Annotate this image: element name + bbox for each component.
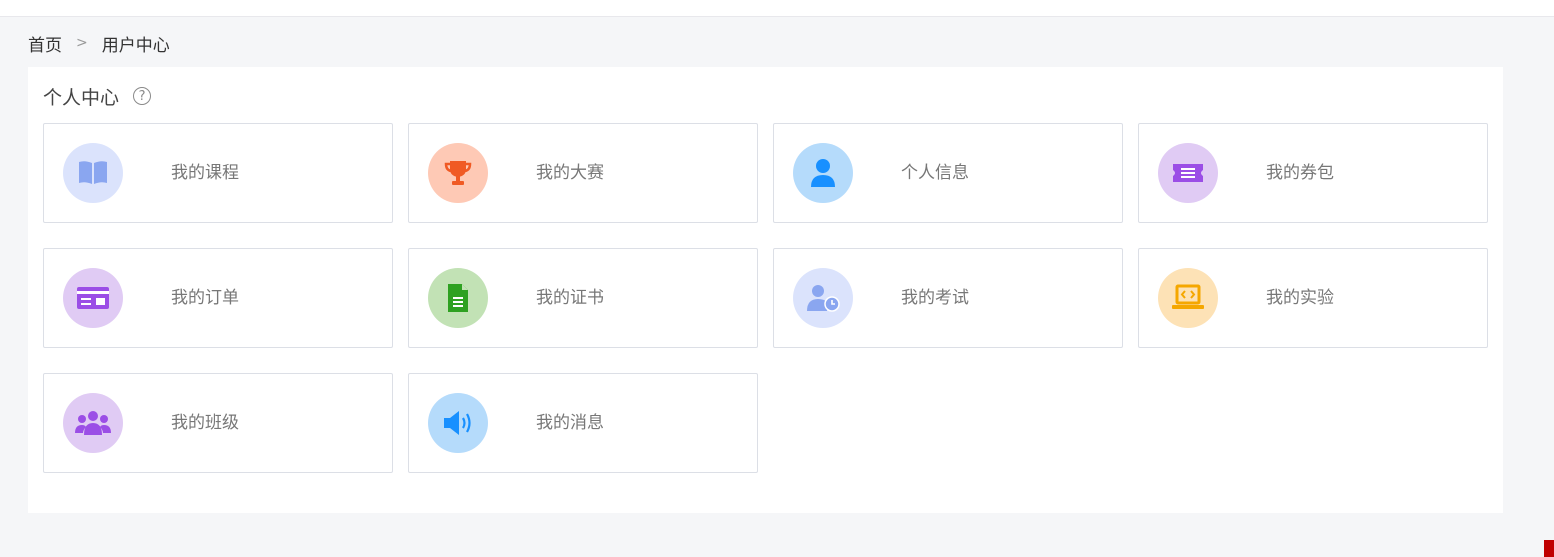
card-icon-circle <box>428 268 488 328</box>
card-icon-circle <box>1158 268 1218 328</box>
card-label: 我的实验 <box>1266 288 1334 308</box>
page-title: 个人中心 <box>43 86 120 109</box>
user-icon <box>811 159 835 187</box>
card-label: 我的大赛 <box>536 163 604 183</box>
card-label: 我的消息 <box>536 413 604 433</box>
ticket-icon <box>1173 164 1203 182</box>
order-card-icon <box>77 287 109 309</box>
card-icon-circle <box>793 143 853 203</box>
group-icon <box>75 411 111 435</box>
exam-user-icon <box>807 285 840 312</box>
card-label: 我的券包 <box>1266 163 1334 183</box>
card-icon-circle <box>793 268 853 328</box>
breadcrumb-separator: > <box>76 35 88 51</box>
top-bar <box>0 0 1554 17</box>
card-my-classes[interactable]: 我的班级 <box>43 373 393 473</box>
personal-center-panel: 个人中心 ? 我的课程 我的大赛 个人信息 我的券包 我的订单 我的证书 我的考… <box>28 67 1503 513</box>
card-label: 我的班级 <box>171 413 239 433</box>
card-my-orders[interactable]: 我的订单 <box>43 248 393 348</box>
card-label: 我的订单 <box>171 288 239 308</box>
edge-marker <box>1544 540 1554 557</box>
card-icon-circle <box>63 268 123 328</box>
help-icon[interactable]: ? <box>133 87 152 105</box>
breadcrumb: 首页 > 用户中心 <box>28 31 170 56</box>
card-personal-info[interactable]: 个人信息 <box>773 123 1123 223</box>
breadcrumb-current: 用户中心 <box>101 35 170 56</box>
card-icon-circle <box>428 393 488 453</box>
card-label: 个人信息 <box>901 163 969 183</box>
breadcrumb-home[interactable]: 首页 <box>28 31 62 56</box>
card-icon-circle <box>428 143 488 203</box>
card-my-courses[interactable]: 我的课程 <box>43 123 393 223</box>
card-my-coupons[interactable]: 我的券包 <box>1138 123 1488 223</box>
card-icon-circle <box>63 143 123 203</box>
card-grid: 我的课程 我的大赛 个人信息 我的券包 我的订单 我的证书 我的考试 我的实验 … <box>43 123 1488 473</box>
card-my-labs[interactable]: 我的实验 <box>1138 248 1488 348</box>
speaker-icon <box>444 411 471 435</box>
laptop-code-icon <box>1172 284 1204 309</box>
trophy-icon <box>444 161 472 185</box>
book-icon <box>79 161 107 184</box>
card-icon-circle <box>1158 143 1218 203</box>
card-icon-circle <box>63 393 123 453</box>
card-my-messages[interactable]: 我的消息 <box>408 373 758 473</box>
card-my-competitions[interactable]: 我的大赛 <box>408 123 758 223</box>
card-label: 我的证书 <box>536 288 604 308</box>
card-label: 我的考试 <box>901 288 969 308</box>
card-my-certificates[interactable]: 我的证书 <box>408 248 758 348</box>
certificate-icon <box>448 284 468 312</box>
panel-title-row: 个人中心 ? <box>43 83 152 109</box>
card-label: 我的课程 <box>171 163 239 183</box>
card-my-exams[interactable]: 我的考试 <box>773 248 1123 348</box>
